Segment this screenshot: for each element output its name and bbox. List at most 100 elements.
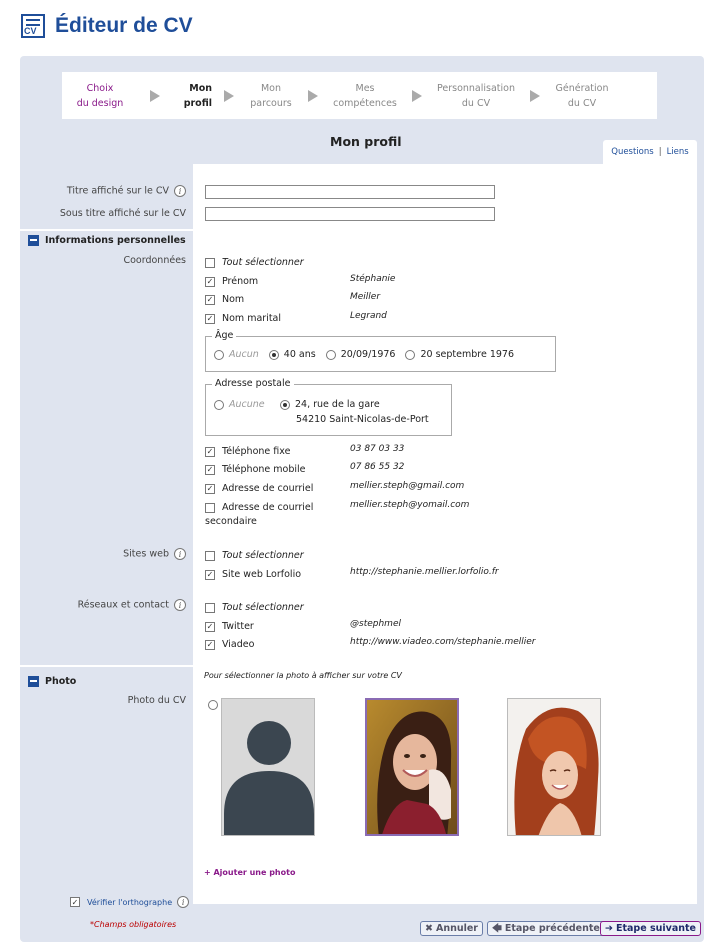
viadeo-value: http://www.viadeo.com/stephanie.mellier [350,637,536,647]
info-icon[interactable]: i [174,185,186,197]
checkbox-checked[interactable]: ✓ [205,621,215,632]
step-competences[interactable]: Mes compétences [330,81,400,111]
checkbox-checked[interactable]: ✓ [205,294,215,305]
checkbox-checked[interactable]: ✓ [205,313,215,324]
address-fieldset [205,384,452,436]
info-icon[interactable]: i [174,599,186,611]
checkbox-checked[interactable]: ✓ [205,483,215,494]
address-option[interactable]: 24, rue de la gare [280,399,380,410]
tab-questions[interactable]: Questions [611,147,653,157]
step-profil[interactable]: Mon profil [172,81,212,111]
divider [20,229,193,231]
photo-label: Photo du CV [127,695,186,706]
nom-marital-value: Legrand [350,311,387,321]
field-twitter[interactable]: ✓ Twitter [205,621,254,632]
photo-woman-2[interactable] [507,698,601,836]
field-email-2-line2: secondaire [205,516,257,527]
checkbox-checked[interactable]: ✓ [205,464,215,475]
info-icon[interactable]: i [174,548,186,560]
photo-section-header[interactable]: Photo [28,676,76,687]
checkbox-checked[interactable]: ✓ [205,639,215,650]
field-email-2[interactable]: Adresse de courriel [205,502,313,513]
app-header: CV Éditeur de CV [21,14,193,38]
step-parcours[interactable]: Mon parcours [246,81,296,111]
checkbox[interactable] [205,257,215,268]
collapse-icon[interactable] [28,676,39,687]
side-tabs: Questions | Liens [603,140,697,164]
networks-label: Réseaux et contact i [78,599,186,611]
websites-label: Sites web i [123,548,186,560]
required-note: *Champs obligatoires [90,920,177,929]
radio[interactable] [405,349,416,360]
checkbox-checked[interactable]: ✓ [205,446,215,457]
step-design[interactable]: Choix du design [62,81,138,111]
arrow-left-icon: 🡄 [492,922,502,934]
arrow-right-icon [224,89,234,102]
address-line2: 54210 Saint-Nicolas-de-Port [296,414,429,425]
select-all-coords[interactable]: Tout sélectionner [205,257,304,268]
cv-subtitle-input[interactable] [205,207,495,221]
age-legend: Âge [212,330,237,341]
field-tel-fixe[interactable]: ✓ Téléphone fixe [205,446,290,457]
collapse-icon[interactable] [28,235,39,246]
tel-mobile-value: 07 86 55 32 [350,462,405,472]
address-legend: Adresse postale [212,378,294,389]
field-nom[interactable]: ✓ Nom [205,294,244,305]
next-step-button[interactable]: ➔ Etape suivante [600,921,701,936]
photo-hint: Pour sélectionner la photo à afficher su… [204,671,402,680]
cv-subtitle-label: Sous titre affiché sur le CV [59,208,186,219]
divider [20,665,193,667]
app-title: Éditeur de CV [55,14,193,37]
photo-placeholder[interactable] [221,698,315,836]
add-photo-link[interactable]: + Ajouter une photo [204,868,295,877]
checkbox-checked[interactable]: ✓ [70,897,80,907]
cv-title-input[interactable] [205,185,495,199]
tel-fixe-value: 03 87 03 33 [350,444,405,454]
step-navigation: Choix du design Mon profil Mon parcours Mes… [62,72,657,119]
photo-woman-1[interactable] [365,698,459,836]
radio[interactable] [214,349,224,360]
nom-value: Meiller [350,292,381,302]
photo-radio[interactable] [208,700,218,710]
checkbox-checked[interactable]: ✓ [205,569,215,580]
select-all-networks[interactable]: Tout sélectionner [205,602,304,613]
radio[interactable] [214,399,224,410]
field-viadeo[interactable]: ✓ Viadeo [205,639,254,650]
arrow-right-icon [308,89,318,102]
checkbox[interactable] [205,502,215,513]
email-2-value: mellier.steph@yomail.com [350,500,470,510]
age-options: Aucun 40 ans 20/09/1976 20 septembre 197… [214,349,514,360]
cv-title-label: Titre affiché sur le CV i [67,185,186,197]
field-email[interactable]: ✓ Adresse de courriel [205,483,313,494]
tab-liens[interactable]: Liens [667,147,689,157]
checkbox[interactable] [205,602,215,613]
spellcheck-option[interactable]: ✓ Vérifier l'orthographe i [70,896,190,908]
field-prenom[interactable]: ✓ Prénom [205,276,258,287]
personal-section-header[interactable]: Informations personnelles [28,235,186,246]
radio-selected[interactable] [268,349,279,360]
cancel-button[interactable]: ✖ Annuler [420,921,483,936]
close-icon: ✖ [425,923,433,934]
radio-selected[interactable] [280,399,290,410]
step-personnalisation[interactable]: Personnalisation du CV [434,81,518,111]
arrow-right-icon [412,89,422,102]
checkbox[interactable] [205,550,215,561]
step-generation[interactable]: Génération du CV [552,81,612,111]
field-nom-marital[interactable]: ✓ Nom marital [205,313,281,324]
radio[interactable] [325,349,336,360]
field-site-lorfolio[interactable]: ✓ Site web Lorfolio [205,569,301,580]
address-none-option[interactable]: Aucune [214,399,265,410]
info-icon[interactable]: i [177,896,190,908]
section-title: Mon profil [330,134,402,149]
field-tel-mobile[interactable]: ✓ Téléphone mobile [205,464,306,475]
coords-label: Coordonnées [123,255,186,266]
arrow-right-icon [150,89,160,102]
cv-logo-icon: CV [21,14,45,38]
prev-step-button[interactable]: 🡄 Etape précédente [487,921,605,936]
arrow-right-icon: ➔ [605,923,613,934]
select-all-websites[interactable]: Tout sélectionner [205,550,304,561]
checkbox-checked[interactable]: ✓ [205,276,215,287]
twitter-value: @stephmel [350,619,401,629]
prenom-value: Stéphanie [350,274,396,284]
email-value: mellier.steph@gmail.com [350,481,465,491]
